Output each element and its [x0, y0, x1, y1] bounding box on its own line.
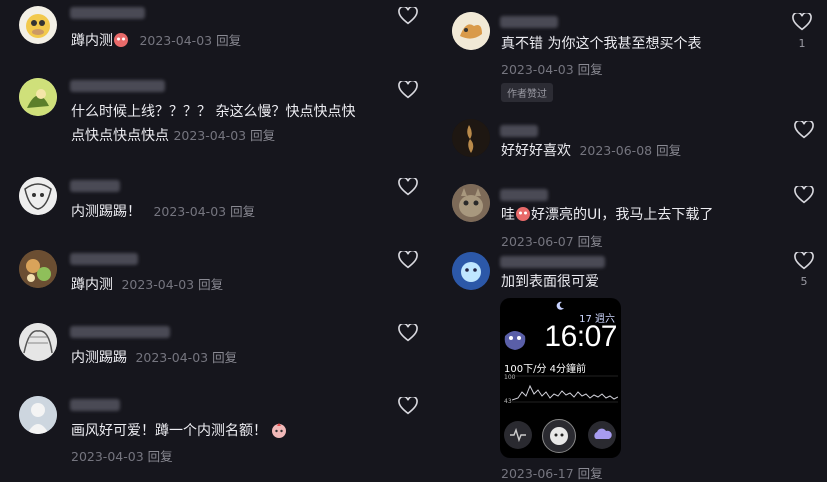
heart-icon[interactable] [398, 397, 418, 415]
reply-button[interactable]: 回复 [250, 128, 275, 143]
comment-item: 好好好喜欢 2023-06-08 回复 [440, 115, 827, 175]
comment-date: 2023-04-03 [153, 204, 227, 219]
comment-meta: 2023-06-17 回复 [501, 463, 603, 482]
username-redacted [70, 80, 165, 92]
comment-item: 内测踢踢 2023-04-03 回复 [0, 318, 420, 383]
like-count: 5 [800, 275, 808, 288]
avatar[interactable] [452, 252, 490, 290]
username-redacted [500, 189, 548, 201]
heart-icon[interactable] [398, 178, 418, 196]
avatar[interactable] [452, 12, 490, 50]
username-redacted [70, 326, 170, 338]
heart-icon[interactable] [398, 81, 418, 99]
reply-button[interactable]: 回复 [216, 33, 241, 48]
comment-item: 内测踢踢！ 2023-04-03 回复 [0, 172, 420, 237]
reply-button[interactable]: 回复 [578, 62, 603, 77]
like-count: 1 [798, 37, 806, 50]
comment-item: 蹲内测 2023-04-03 回复 [0, 245, 420, 310]
heart-icon[interactable] [794, 252, 814, 270]
reply-button[interactable]: 回复 [578, 466, 603, 481]
emoji-icon [113, 32, 129, 48]
heart-rate-min: 43 [504, 398, 512, 405]
comment-text: 蹲内测 2023-04-03 回复 [71, 277, 224, 293]
avatar[interactable] [19, 250, 57, 288]
comment-meta: 2023-06-07 回复 [501, 231, 603, 250]
comment-date: 2023-04-03 [135, 350, 209, 365]
heart-rate-text: 100下/分 4分鐘前 [504, 364, 586, 375]
comment-item: 哇好漂亮的UI，我马上去下载了 2023-06-07 回复 [440, 180, 827, 250]
complication-activity[interactable] [504, 421, 532, 449]
heart-icon[interactable] [398, 324, 418, 342]
username-redacted [500, 256, 605, 268]
emoji-icon [271, 422, 287, 438]
avatar[interactable] [19, 78, 57, 116]
reply-button[interactable]: 回复 [148, 449, 173, 464]
comment-date: 2023-06-08 [579, 143, 653, 158]
comment-text: 好好好喜欢 2023-06-08 回复 [501, 143, 682, 159]
emoji-icon [515, 206, 531, 222]
comment-item: 画风好可爱！蹲一个内测名额！ 2023-04-03 回复 [0, 391, 420, 478]
comment-text: 哇好漂亮的UI，我马上去下载了 [501, 206, 714, 223]
comment-item: 真不错 为你这个我甚至想买个表 2023-04-03 回复 作者赞过 1 [440, 0, 827, 110]
avatar[interactable] [452, 184, 490, 222]
username-redacted [70, 7, 145, 19]
comment-date: 2023-04-03 [71, 449, 144, 464]
comment-text: 内测踢踢！ 2023-04-03 回复 [71, 204, 256, 220]
comment-meta: 2023-04-03 回复 [501, 59, 603, 78]
avatar[interactable] [19, 323, 57, 361]
heart-icon[interactable] [398, 251, 418, 269]
comment-text: 蹲内测 2023-04-03 回复 [71, 32, 242, 49]
comment-text: 加到表面很可爱 [501, 274, 599, 290]
username-redacted [500, 16, 558, 28]
pet-face-icon [550, 427, 568, 445]
comment-meta: 2023-04-03 回复 [71, 446, 173, 465]
heart-icon[interactable] [794, 186, 814, 204]
cloud-icon [594, 428, 612, 439]
reply-button[interactable]: 回复 [656, 143, 681, 158]
heart-icon[interactable] [794, 121, 814, 139]
avatar[interactable] [19, 396, 57, 434]
comment-text: 画风好可爱！蹲一个内测名额！ [71, 420, 287, 443]
reply-button[interactable]: 回复 [198, 277, 223, 292]
heart-icon[interactable] [792, 13, 812, 31]
comment-date: 2023-06-07 [501, 234, 574, 249]
reply-button[interactable]: 回复 [578, 234, 603, 249]
username-redacted [70, 399, 120, 411]
comment-date: 2023-04-03 [173, 128, 247, 143]
heart-icon[interactable] [398, 7, 418, 25]
complication-weather[interactable] [588, 421, 616, 449]
comment-text: 真不错 为你这个我甚至想买个表 [501, 36, 702, 52]
pet-icon [504, 331, 526, 350]
comment-text: 什么时候上线？？？？ 杂这么慢？快点快点快 点快点快点快点 2023-04-03… [71, 104, 356, 144]
comment-item: 加到表面很可爱 5 17 週六 16:07 100下/分 4分鐘前 100 43 [440, 250, 827, 481]
watch-face-image[interactable]: 17 週六 16:07 100下/分 4分鐘前 100 43 [500, 298, 621, 458]
reply-button[interactable]: 回复 [230, 204, 255, 219]
pulse-icon [510, 427, 526, 443]
comment-text: 内测踢踢 2023-04-03 回复 [71, 350, 238, 366]
comment-date: 2023-04-03 [121, 277, 195, 292]
username-redacted [70, 253, 138, 265]
comment-item: 蹲内测 2023-04-03 回复 [0, 0, 420, 65]
author-liked-badge: 作者赞过 [501, 83, 553, 102]
avatar[interactable] [19, 177, 57, 215]
avatar[interactable] [452, 119, 490, 157]
comment-date: 2023-06-17 [501, 466, 574, 481]
comment-item: 什么时候上线？？？？ 杂这么慢？快点快点快 点快点快点快点 2023-04-03… [0, 74, 420, 164]
avatar[interactable] [19, 6, 57, 44]
username-redacted [500, 125, 538, 137]
heart-rate-graph [512, 375, 618, 403]
watch-time: 16:07 [544, 320, 617, 353]
reply-button[interactable]: 回复 [212, 350, 237, 365]
complication-pet[interactable] [542, 419, 576, 453]
moon-icon [556, 301, 564, 310]
username-redacted [70, 180, 120, 192]
comment-date: 2023-04-03 [139, 33, 213, 48]
comment-date: 2023-04-03 [501, 62, 574, 77]
